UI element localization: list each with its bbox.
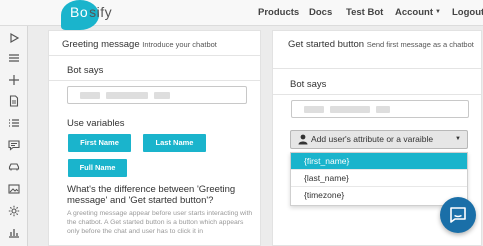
last-name-variable-button[interactable]: Last Name [143,134,206,152]
nav-products[interactable]: Products [258,7,299,18]
caret-down-icon: ▼ [435,9,441,16]
dropdown-option-last-name[interactable]: {last_name} [291,170,467,187]
bot-says-label: Bot says [67,65,104,76]
greeting-message-input[interactable] [67,86,247,104]
get-started-message-input[interactable] [291,100,469,118]
nav-account-label: Account [395,7,433,18]
divider [49,55,260,56]
sidebar [0,26,28,246]
greeting-subtitle: Introduce your chatbot [142,40,217,49]
chat-icon[interactable] [8,139,20,151]
gear-icon[interactable] [8,205,20,217]
top-navbar: Bosify Products Docs Test Bot Account ▼ L… [0,0,483,30]
dropdown-option-timezone[interactable]: {timezone} [291,187,467,204]
chat-widget-button[interactable] [440,197,476,233]
logo-text-bubble: Bo [70,4,89,20]
list-icon[interactable] [8,117,20,129]
nav-test-bot[interactable]: Test Bot [346,7,383,18]
dropdown-label: Add user's attribute or a varaible [311,134,434,144]
image-icon[interactable] [8,183,20,195]
car-icon[interactable] [8,161,20,173]
chat-bubble-icon [450,207,466,223]
nav-account[interactable]: Account ▼ [395,7,441,18]
use-variables-label: Use variables [67,118,125,129]
difference-answer: A greeting message appear before user st… [67,210,253,235]
first-name-variable-button[interactable]: First Name [68,134,131,152]
bar-chart-icon[interactable] [8,226,20,238]
greeting-panel-title: Greeting message Introduce your chatbot [62,39,217,50]
logo-text[interactable]: Bosify [70,4,112,20]
nav-docs[interactable]: Docs [309,7,332,18]
get-started-subtitle: Send first message as a chatbot [366,40,474,49]
logo-text-rest: sify [89,4,113,20]
plus-icon[interactable] [8,74,20,86]
dropdown-option-first-name[interactable]: {first_name} [291,153,467,170]
get-started-panel-title: Get started button Send first message as… [288,39,478,50]
divider [49,80,260,81]
menu-icon[interactable] [8,52,20,64]
redacted-text [106,92,148,99]
attribute-dropdown-menu: {first_name} {last_name} {timezone} [290,152,468,206]
divider [273,94,481,95]
document-icon[interactable] [8,95,20,107]
redacted-text [304,106,324,113]
nav-logout[interactable]: Logout [452,7,483,18]
user-icon [298,134,308,145]
difference-question: What's the difference between 'Greeting … [67,184,236,206]
caret-down-icon: ▼ [455,136,461,142]
full-name-variable-button[interactable]: Full Name [68,159,127,177]
redacted-text [376,106,390,113]
redacted-text [80,92,100,99]
redacted-text [330,106,370,113]
play-icon[interactable] [8,32,20,44]
greeting-title: Greeting message [62,39,140,50]
divider [273,68,481,69]
add-attribute-dropdown[interactable]: Add user's attribute or a varaible ▼ [290,130,468,149]
get-started-title: Get started button [288,39,365,50]
redacted-text [154,92,170,99]
bot-says-label: Bot says [290,79,327,90]
